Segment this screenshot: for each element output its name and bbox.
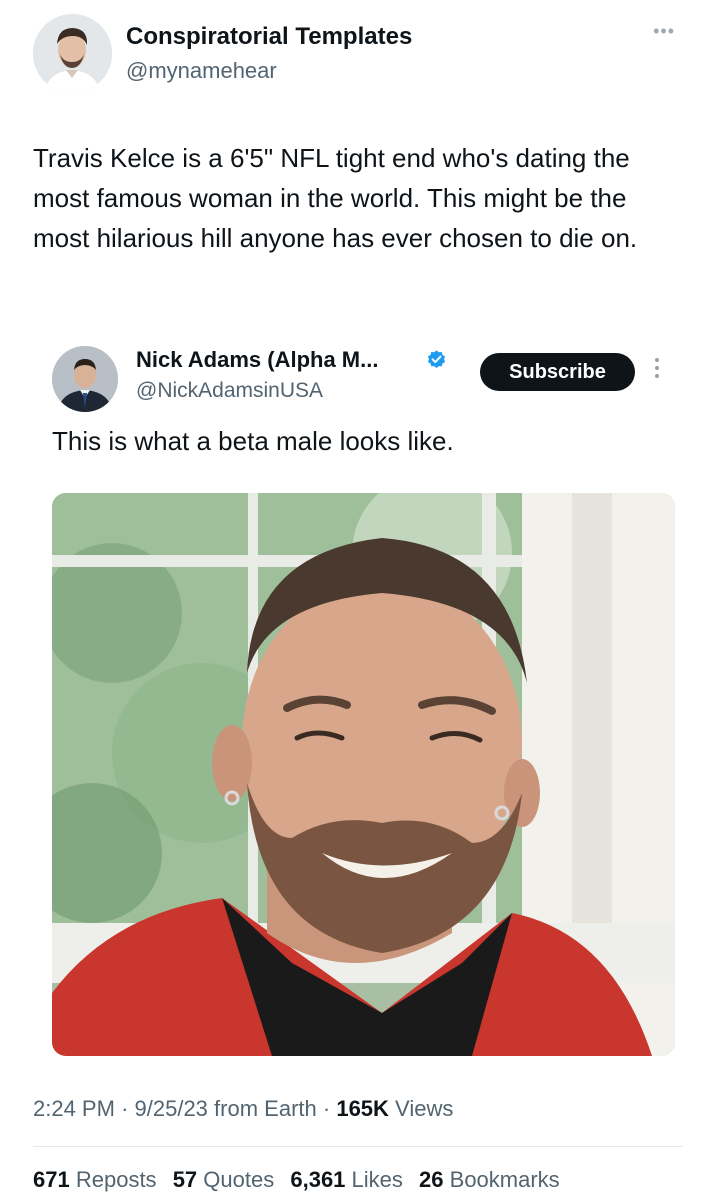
reposts-count: 671 (33, 1167, 70, 1192)
quotes-label: Quotes (203, 1167, 275, 1192)
divider (33, 1146, 683, 1147)
quoted-tweet-photo[interactable] (52, 493, 675, 1056)
bookmarks-label: Bookmarks (449, 1167, 560, 1192)
reposts-stat[interactable]: 671 Reposts (33, 1167, 157, 1192)
quoted-author-name[interactable]: Nick Adams (Alpha M... (136, 347, 378, 373)
meta-separator: · (121, 1096, 135, 1121)
tweet-meta: 2:24 PM · 9/25/23 from Earth · 165K View… (33, 1096, 453, 1122)
engagement-stats: 671 Reposts 57 Quotes 6,361 Likes 26 Boo… (33, 1167, 570, 1193)
views-count: 165K (336, 1096, 389, 1121)
author-avatar[interactable] (33, 14, 112, 93)
quotes-stat[interactable]: 57 Quotes (173, 1167, 275, 1192)
views-label: Views (395, 1096, 454, 1121)
tweet-source: from Earth (214, 1096, 317, 1121)
verified-badge-icon (427, 350, 446, 368)
more-vertical-icon[interactable] (652, 358, 662, 382)
tweet-text: Travis Kelce is a 6'5" NFL tight end who… (33, 143, 638, 253)
quoted-author-handle[interactable]: @NickAdamsinUSA (136, 379, 323, 403)
likes-label: Likes (351, 1167, 403, 1192)
reposts-label: Reposts (75, 1167, 157, 1192)
subscribe-button[interactable]: Subscribe (480, 353, 635, 391)
meta-separator: · (322, 1096, 337, 1121)
tweet-time[interactable]: 2:24 PM (33, 1096, 115, 1121)
more-horizontal-icon[interactable]: ••• (653, 22, 675, 40)
bookmarks-stat[interactable]: 26 Bookmarks (419, 1167, 560, 1192)
quoted-author-avatar[interactable] (52, 346, 118, 412)
likes-stat[interactable]: 6,361 Likes (290, 1167, 403, 1192)
quoted-tweet-text: This is what a beta male looks like. (52, 426, 454, 456)
bookmarks-count: 26 (419, 1167, 444, 1192)
quotes-count: 57 (172, 1167, 198, 1192)
likes-count: 6,361 (290, 1167, 346, 1192)
tweet-header: Conspiratorial Templates @mynamehear ••• (33, 14, 693, 94)
author-name[interactable]: Conspiratorial Templates (126, 23, 412, 51)
tweet-date[interactable]: 9/25/23 (135, 1096, 208, 1121)
author-handle[interactable]: @mynamehear (126, 58, 277, 84)
quoted-tweet[interactable]: Nick Adams (Alpha M... @NickAdamsinUSA S… (52, 344, 677, 1064)
